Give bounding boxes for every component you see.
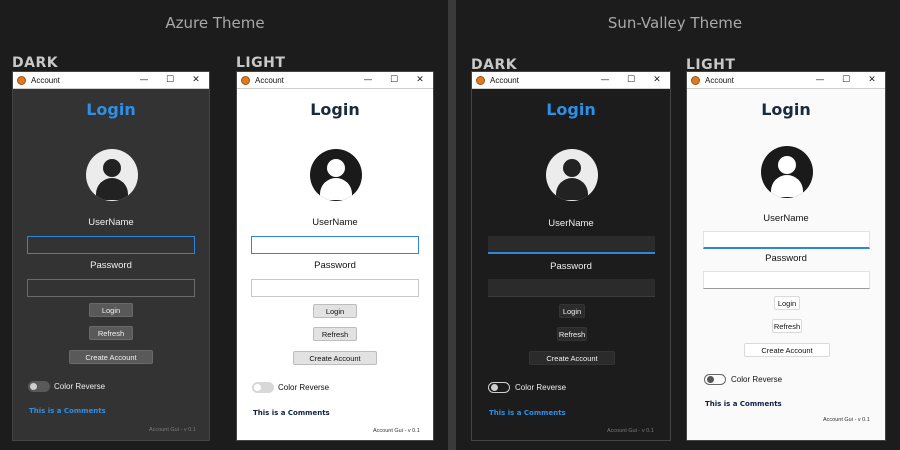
login-button[interactable]: Login <box>559 304 585 318</box>
login-title: Login <box>761 100 811 119</box>
create-account-button[interactable]: Create Account <box>69 350 153 364</box>
password-label: Password <box>314 260 356 271</box>
maximize-icon[interactable]: ☐ <box>618 72 644 89</box>
azure-theme-heading: Azure Theme <box>165 14 265 32</box>
comments-text: This is a Comments <box>29 407 106 415</box>
panel-divider <box>448 0 456 450</box>
color-reverse-switch[interactable] <box>28 381 50 392</box>
app-logo-icon <box>17 75 26 85</box>
color-reverse-switch[interactable] <box>252 382 274 393</box>
version-text: Account Gui - v 0.1 <box>373 428 420 434</box>
color-reverse-label: Color Reverse <box>278 383 330 392</box>
close-icon[interactable]: ✕ <box>183 72 209 89</box>
color-reverse-label: Color Reverse <box>731 375 783 384</box>
window-title: Account <box>255 75 284 85</box>
refresh-button[interactable]: Refresh <box>313 327 357 341</box>
close-icon[interactable]: ✕ <box>644 72 670 89</box>
window-body: Login UserName Password Login Refresh Cr… <box>472 89 670 440</box>
sun-valley-light-window: Account — ☐ ✕ Login UserName Password Lo… <box>686 71 886 441</box>
user-avatar-icon <box>761 146 813 198</box>
user-avatar-icon <box>310 149 362 201</box>
user-avatar-icon <box>86 149 138 201</box>
color-reverse-switch[interactable] <box>704 374 726 385</box>
login-title: Login <box>86 100 136 119</box>
title-bar[interactable]: Account — ☐ ✕ <box>13 72 209 89</box>
title-bar[interactable]: Account — ☐ ✕ <box>687 72 885 89</box>
color-reverse-label: Color Reverse <box>515 383 567 392</box>
username-input[interactable] <box>251 236 419 254</box>
comments-text: This is a Comments <box>253 409 330 417</box>
minimize-icon[interactable]: — <box>355 72 381 89</box>
username-input[interactable] <box>488 236 655 254</box>
title-bar[interactable]: Account — ☐ ✕ <box>237 72 433 89</box>
user-avatar-icon <box>546 149 598 201</box>
username-label: UserName <box>548 218 594 229</box>
refresh-button[interactable]: Refresh <box>89 326 133 340</box>
password-label: Password <box>550 261 592 272</box>
window-body: Login UserName Password Login Refresh Cr… <box>13 89 209 440</box>
username-input[interactable] <box>703 231 870 249</box>
username-label: UserName <box>763 213 809 224</box>
create-account-button[interactable]: Create Account <box>293 351 377 365</box>
app-logo-icon <box>241 75 250 85</box>
comments-text: This is a Comments <box>705 400 782 408</box>
maximize-icon[interactable]: ☐ <box>833 72 859 89</box>
title-bar[interactable]: Account — ☐ ✕ <box>472 72 670 89</box>
close-icon[interactable]: ✕ <box>407 72 433 89</box>
password-input[interactable] <box>703 271 870 289</box>
create-account-button[interactable]: Create Account <box>529 351 615 365</box>
azure-dark-label: DARK <box>12 55 59 71</box>
sun-valley-theme-heading: Sun-Valley Theme <box>607 14 743 32</box>
window-title: Account <box>490 75 519 85</box>
version-text: Account Gui - v 0.1 <box>607 428 654 434</box>
azure-light-label: LIGHT <box>236 55 286 71</box>
login-title: Login <box>546 100 596 119</box>
minimize-icon[interactable]: — <box>807 72 833 89</box>
login-button[interactable]: Login <box>313 304 357 318</box>
app-logo-icon <box>691 75 700 85</box>
password-label: Password <box>90 260 132 271</box>
username-input[interactable] <box>27 236 195 254</box>
username-label: UserName <box>88 217 134 228</box>
comments-text: This is a Comments <box>489 409 566 417</box>
create-account-button[interactable]: Create Account <box>744 343 830 357</box>
maximize-icon[interactable]: ☐ <box>381 72 407 89</box>
password-input[interactable] <box>27 279 195 297</box>
version-text: Account Gui - v 0.1 <box>149 427 196 433</box>
color-reverse-switch[interactable] <box>488 382 510 393</box>
azure-dark-window: Account — ☐ ✕ Login UserName Password Lo… <box>12 71 210 441</box>
login-button[interactable]: Login <box>89 303 133 317</box>
azure-light-window: Account — ☐ ✕ Login UserName Password Lo… <box>236 71 434 441</box>
version-text: Account Gui - v 0.1 <box>823 417 870 423</box>
refresh-button[interactable]: Refresh <box>772 319 802 333</box>
window-body: Login UserName Password Login Refresh Cr… <box>687 89 885 440</box>
username-label: UserName <box>312 217 358 228</box>
minimize-icon[interactable]: — <box>131 72 157 89</box>
login-title: Login <box>310 100 360 119</box>
login-button[interactable]: Login <box>774 296 800 310</box>
color-reverse-label: Color Reverse <box>54 382 106 391</box>
password-input[interactable] <box>488 279 655 297</box>
maximize-icon[interactable]: ☐ <box>157 72 183 89</box>
close-icon[interactable]: ✕ <box>859 72 885 89</box>
window-title: Account <box>705 75 734 85</box>
app-logo-icon <box>476 75 485 85</box>
password-label: Password <box>765 253 807 264</box>
window-body: Login UserName Password Login Refresh Cr… <box>237 89 433 440</box>
sun-valley-dark-window: Account — ☐ ✕ Login UserName Password Lo… <box>471 71 671 441</box>
refresh-button[interactable]: Refresh <box>557 327 587 341</box>
window-title: Account <box>31 75 60 85</box>
minimize-icon[interactable]: — <box>592 72 618 89</box>
password-input[interactable] <box>251 279 419 297</box>
